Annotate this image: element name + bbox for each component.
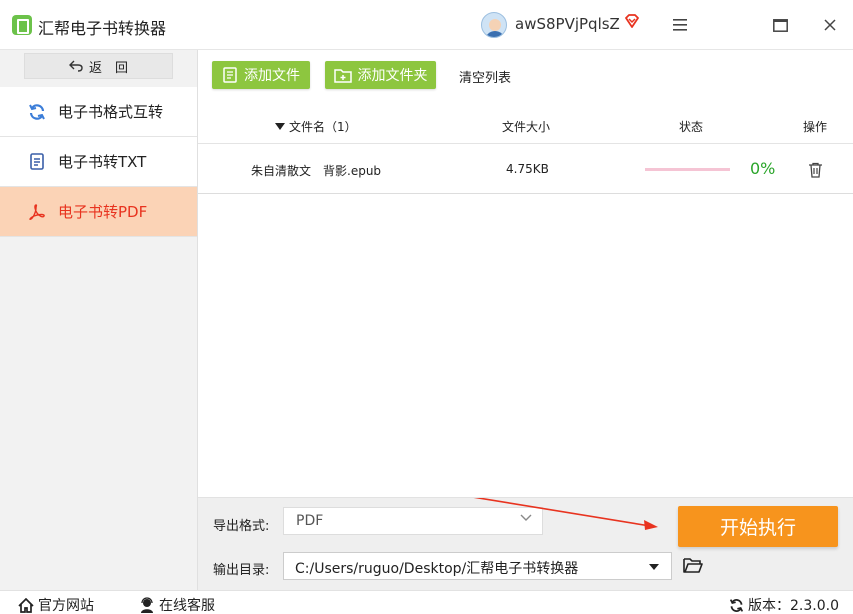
app-title: 汇帮电子书转换器 [38,19,167,38]
row-filesize: 4.75KB [506,162,549,176]
sidebar-item-format-convert[interactable]: 电子书格式互转 [0,87,197,137]
output-settings: 导出格式: PDF 输出目录: C:/Users/ruguo/Desktop/汇… [198,497,853,590]
add-file-icon [223,67,237,83]
pdf-icon [28,203,46,221]
sidebar-item-to-pdf[interactable]: 电子书转PDF [0,187,197,237]
dropdown-arrow-icon [649,564,659,570]
chevron-down-icon [520,514,532,521]
back-button[interactable]: 返 回 [24,53,173,79]
official-website-link[interactable]: 官方网站 [18,595,94,614]
format-value: PDF [296,513,324,529]
user-avatar[interactable] [481,12,507,38]
header-filename[interactable]: 文件名（1） [275,118,357,135]
hamburger-icon [673,19,687,31]
back-arrow-icon [68,60,83,72]
support-agent-icon [141,597,153,613]
header-filesize: 文件大小 [502,120,551,134]
add-folder-label: 添加文件夹 [357,68,428,84]
header-status: 状态 [679,120,704,134]
table-row: 朱自清散文 背影.epub 4.75KB 0% [198,146,853,194]
home-icon [18,597,34,613]
add-folder-button[interactable]: 添加文件夹 [325,61,436,89]
output-dir-select[interactable]: C:/Users/ruguo/Desktop/汇帮电子书转换器 [283,552,672,580]
maximize-icon [772,18,788,32]
progress-percent: 0% [750,159,776,178]
document-icon [28,153,46,171]
close-icon [824,19,836,31]
row-filename: 朱自清散文 背影.epub [251,164,382,178]
close-button[interactable] [819,14,841,36]
table-header: 文件名（1） 文件大小 状态 操作 [198,110,853,144]
format-label: 导出格式: [213,519,270,534]
refresh-icon [28,103,46,121]
format-select[interactable]: PDF [283,507,543,535]
support-label: 在线客服 [159,598,215,614]
app-logo-icon [12,15,32,35]
progress-bar [645,168,730,171]
website-label: 官方网站 [38,598,94,614]
add-folder-icon [333,69,352,83]
status-bar: 官方网站 在线客服 版本：2.3.0.0 [0,590,853,614]
open-folder-icon[interactable] [683,556,703,574]
header-filename-label: 文件名（1） [289,120,357,134]
clear-list-button[interactable]: 清空列表 [459,67,511,86]
maximize-button[interactable] [769,14,791,36]
add-file-label: 添加文件 [244,68,300,84]
delete-icon[interactable] [808,162,823,178]
main-panel: 添加文件 添加文件夹 清空列表 文件名（1） 文件大小 状态 操作 朱自清散文 … [198,50,853,497]
online-support-link[interactable]: 在线客服 [139,595,215,614]
title-bar: 汇帮电子书转换器 awS8PVjPqlsZ [0,0,853,50]
sidebar-item-label: 电子书转TXT [58,153,147,171]
vip-diamond-icon[interactable] [624,13,640,29]
add-file-button[interactable]: 添加文件 [212,61,310,89]
version-label: 版本：2.3.0.0 [748,598,839,614]
output-dir-value: C:/Users/ruguo/Desktop/汇帮电子书转换器 [295,561,579,577]
version-info: 版本：2.3.0.0 [729,595,839,614]
header-action: 操作 [803,120,828,134]
start-button[interactable]: 开始执行 [678,506,838,547]
sidebar-item-label: 电子书转PDF [58,203,148,221]
username[interactable]: awS8PVjPqlsZ [515,15,620,33]
menu-button[interactable] [669,14,691,36]
sidebar-item-label: 电子书格式互转 [58,103,164,121]
sidebar: 返 回 电子书格式互转 电子书转TXT 电子书转PDF [0,50,198,590]
refresh-icon [729,598,744,612]
output-dir-label: 输出目录: [213,563,270,578]
back-label: 返 回 [88,60,128,76]
sort-down-icon [275,122,285,130]
sidebar-item-to-txt[interactable]: 电子书转TXT [0,137,197,187]
